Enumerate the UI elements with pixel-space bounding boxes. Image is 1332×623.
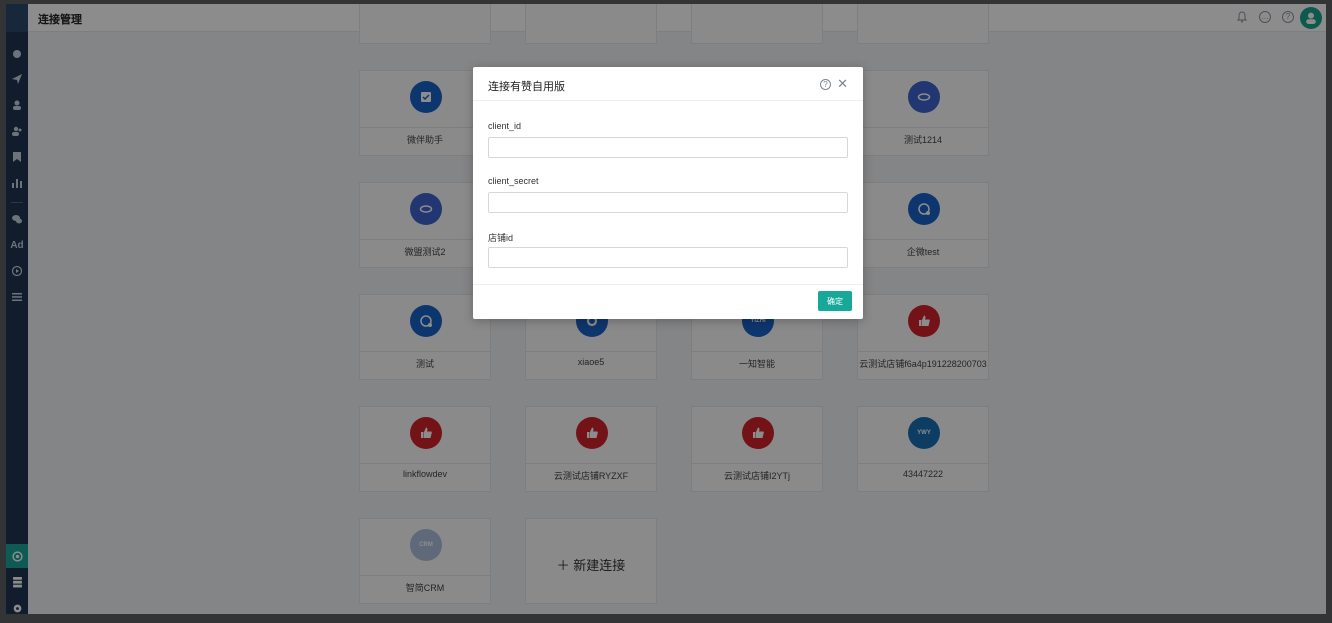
help-icon[interactable]: ? xyxy=(820,79,831,90)
close-icon[interactable]: ✕ xyxy=(837,77,848,90)
shop-id-input[interactable] xyxy=(488,247,848,268)
shop-id-label: 店铺id xyxy=(488,233,514,243)
modal-footer-divider xyxy=(473,284,863,285)
confirm-button[interactable]: 确定 xyxy=(818,291,852,311)
client-id-input[interactable] xyxy=(488,137,848,158)
client-secret-label: client_secret xyxy=(488,176,539,186)
client-id-label: client_id xyxy=(488,121,522,131)
modal-header: 连接有赞自用版 ? ✕ xyxy=(473,67,863,101)
modal-title: 连接有赞自用版 xyxy=(488,81,565,93)
client-secret-input[interactable] xyxy=(488,192,848,213)
connect-youzan-modal: 连接有赞自用版 ? ✕ client_id client_secret 店铺id… xyxy=(473,67,863,319)
